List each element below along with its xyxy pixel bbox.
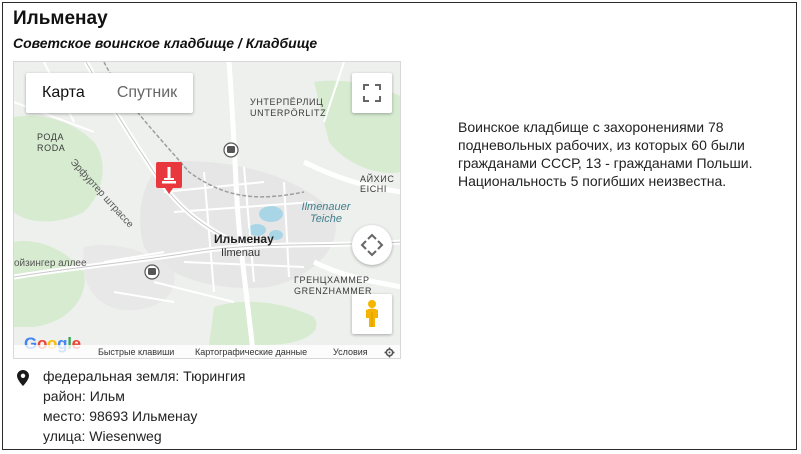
street-view-pegman-button[interactable] bbox=[352, 294, 392, 334]
detail-state: федеральная земля: Тюрингия bbox=[43, 368, 246, 384]
map-label-aichis-de: EICHI bbox=[360, 184, 388, 194]
map-label-unterpoerlitz-ru: УНТЕРПЁРЛИЦ bbox=[250, 97, 324, 107]
map-label-unterpoerlitz-de: UNTERPÖRLITZ bbox=[250, 108, 327, 118]
fullscreen-icon bbox=[363, 84, 381, 102]
map-widget[interactable]: УНТЕРПЁРЛИЦ UNTERPÖRLITZ РОДА RODA Эрфур… bbox=[13, 61, 401, 359]
page-title: Ильменау bbox=[13, 8, 108, 29]
pegman-icon bbox=[366, 300, 378, 327]
detail-place: место: 98693 Ильменау bbox=[43, 408, 198, 424]
tab-satellite[interactable]: Спутник bbox=[101, 73, 193, 113]
cemetery-description: Воинское кладбище с захоронениями 78 под… bbox=[458, 119, 753, 189]
terms-link[interactable]: Условия bbox=[333, 347, 368, 357]
detail-district: район: Ильм bbox=[43, 388, 125, 404]
map-attribution-bar: Быстрые клавиши Картографические данные … bbox=[14, 345, 400, 358]
tab-map[interactable]: Карта bbox=[26, 73, 101, 113]
station-icon bbox=[144, 264, 160, 280]
map-label-city-de: Ilmenau bbox=[221, 247, 261, 259]
map-label-roda-ru: РОДА bbox=[37, 132, 65, 142]
location-pin-icon bbox=[17, 370, 29, 386]
map-label-grenz-ru: ГРЕНЦХАММЕР bbox=[294, 275, 370, 285]
page-subtitle: Советское воинское кладбище / Кладбище bbox=[13, 35, 318, 51]
report-issue-icon[interactable] bbox=[384, 347, 395, 358]
map-type-toggle: Карта Спутник bbox=[26, 73, 194, 113]
fullscreen-button[interactable] bbox=[352, 73, 392, 113]
pan-control-button[interactable] bbox=[352, 225, 392, 265]
map-label-roda-de: RODA bbox=[37, 143, 66, 153]
detail-street: улица: Wiesenweg bbox=[43, 428, 162, 444]
cemetery-marker-icon[interactable] bbox=[155, 161, 183, 195]
map-label-aichis-ru: АЙХИС bbox=[360, 174, 395, 184]
map-label-oizinger-road: ойзингер аллее bbox=[14, 258, 87, 269]
map-label-lake: Ilmenauer Teiche bbox=[301, 201, 351, 225]
pan-arrows-icon bbox=[360, 233, 384, 257]
map-data-link[interactable]: Картографические данные bbox=[195, 347, 307, 357]
keyboard-shortcuts-link[interactable]: Быстрые клавиши bbox=[98, 347, 174, 357]
cemetery-card: Ильменау Советское воинское кладбище / К… bbox=[2, 2, 797, 450]
station-icon bbox=[223, 142, 239, 158]
map-label-city-ru: Ильменау bbox=[214, 232, 274, 246]
